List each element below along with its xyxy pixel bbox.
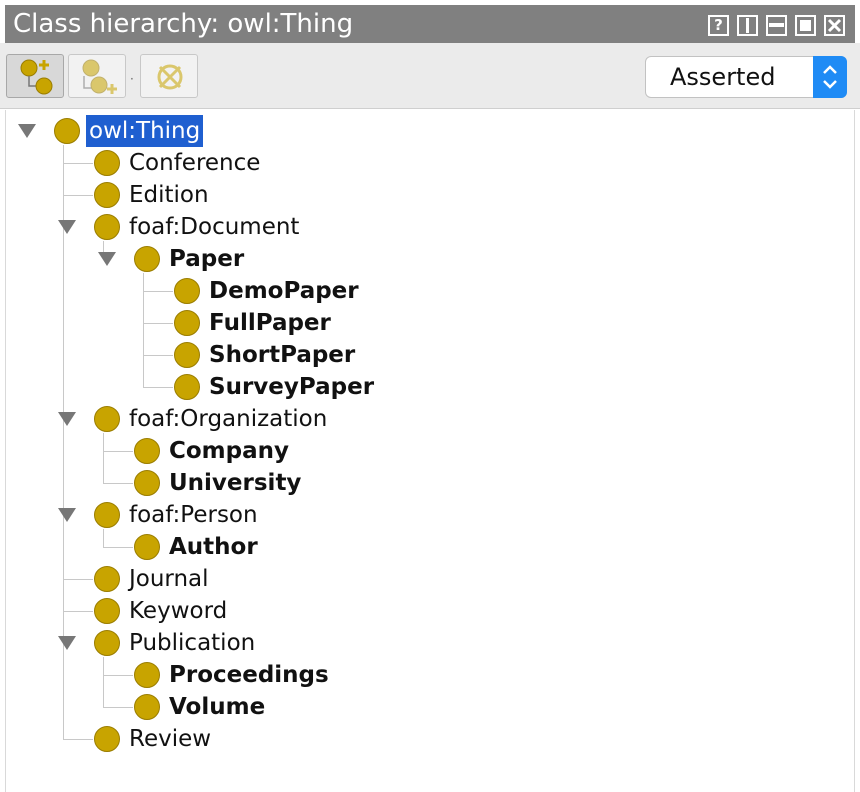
class-icon	[134, 470, 160, 496]
class-icon	[54, 118, 80, 144]
chevron-updown-icon	[823, 65, 837, 89]
class-icon	[94, 566, 120, 592]
class-icon	[134, 534, 160, 560]
tree-node-label: foaf:Person	[129, 502, 258, 528]
add-sibling-button[interactable]	[68, 54, 126, 98]
tree-node-label: Proceedings	[169, 662, 329, 688]
tree-node-label: University	[169, 470, 302, 496]
collapse-publication-toggle[interactable]	[58, 636, 76, 650]
minimize-icon[interactable]	[766, 15, 787, 36]
tree-node-label: SurveyPaper	[209, 374, 375, 400]
class-tree[interactable]: owl:Thing Conference Edition foaf:Docume…	[5, 110, 855, 792]
class-icon	[94, 630, 120, 656]
hierarchy-toolbar: · Asserted	[0, 43, 860, 109]
class-icon	[94, 214, 120, 240]
split-icon[interactable]	[737, 15, 758, 36]
class-icon	[134, 694, 160, 720]
collapse-foaf-person-toggle[interactable]	[58, 508, 76, 522]
class-icon	[94, 406, 120, 432]
add-subclass-button[interactable]	[6, 54, 64, 98]
class-icon	[134, 438, 160, 464]
tree-node-label: Conference	[129, 150, 261, 176]
tree-node-label: Journal	[129, 566, 209, 592]
collapse-owl-thing-toggle[interactable]	[18, 124, 36, 138]
class-icon	[94, 502, 120, 528]
add-subclass-icon	[20, 59, 53, 95]
class-icon	[174, 342, 200, 368]
tree-node-label: DemoPaper	[209, 278, 359, 304]
close-icon[interactable]	[824, 15, 845, 36]
tree-node-label: foaf:Document	[129, 214, 300, 240]
class-icon	[94, 150, 120, 176]
toolbar-separator: ·	[130, 72, 134, 86]
help-icon[interactable]: ?	[708, 15, 729, 36]
view-title-bar: Class hierarchy: owl:Thing ?	[5, 5, 855, 43]
hierarchy-mode-select[interactable]: Asserted	[645, 56, 847, 98]
tree-node-label: Paper	[169, 246, 245, 272]
class-icon	[134, 662, 160, 688]
maximize-icon[interactable]	[795, 15, 816, 36]
class-icon	[174, 374, 200, 400]
mode-select-stepper[interactable]	[813, 56, 847, 98]
class-icon	[94, 726, 120, 752]
tree-node-label: Company	[169, 438, 289, 464]
tree-node-label: Keyword	[129, 598, 228, 624]
tree-node-label: ShortPaper	[209, 342, 356, 368]
collapse-paper-toggle[interactable]	[98, 252, 116, 266]
collapse-foaf-document-toggle[interactable]	[58, 220, 76, 234]
class-icon	[134, 246, 160, 272]
tree-node-label: Review	[129, 726, 212, 752]
tree-node-label: Publication	[129, 630, 256, 656]
tree-node-label: Edition	[129, 182, 209, 208]
class-icon	[94, 598, 120, 624]
tree-node-label: owl:Thing	[86, 115, 204, 147]
tree-node-label: Author	[169, 534, 258, 560]
tree-node-label: FullPaper	[209, 310, 331, 336]
mode-select-value: Asserted	[670, 63, 776, 91]
delete-class-icon	[157, 64, 183, 90]
tree-node-label: foaf:Organization	[129, 406, 328, 432]
add-sibling-icon	[82, 59, 117, 94]
class-icon	[174, 310, 200, 336]
collapse-foaf-organization-toggle[interactable]	[58, 412, 76, 426]
view-title: Class hierarchy: owl:Thing	[13, 9, 354, 39]
class-icon	[174, 278, 200, 304]
delete-class-button[interactable]	[140, 54, 198, 98]
tree-node-label: Volume	[169, 694, 266, 720]
class-icon	[94, 182, 120, 208]
